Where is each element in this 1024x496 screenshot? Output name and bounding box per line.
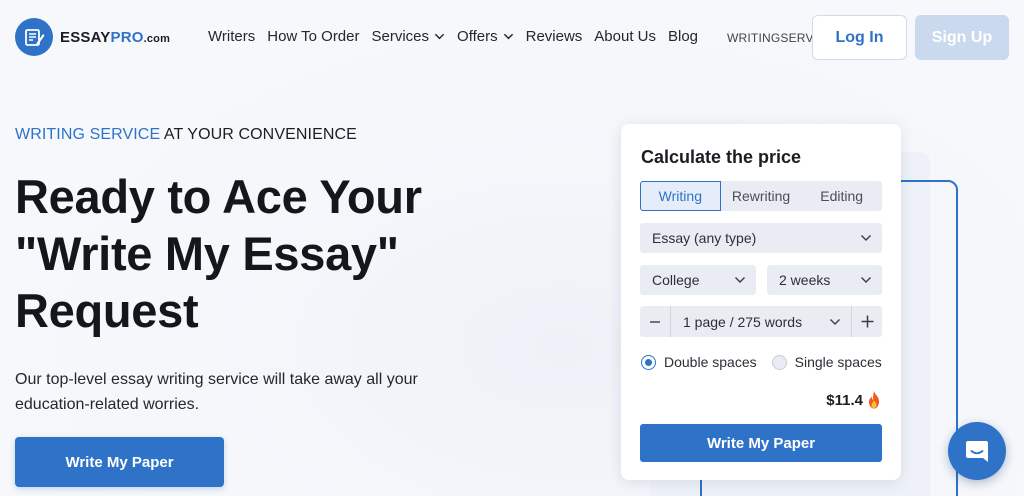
price-display: $11.4 xyxy=(826,390,882,410)
chevron-down-icon xyxy=(503,33,513,40)
price-value: $11.4 xyxy=(826,391,863,409)
nav-item-offers[interactable]: Offers xyxy=(457,28,514,45)
chat-bubble-icon xyxy=(966,441,988,462)
tab-editing[interactable]: Editing xyxy=(801,181,883,211)
hero-title: Ready to Ace Your "Write My Essay" Reque… xyxy=(15,170,422,337)
nav-item-how-to-order[interactable]: How To Order xyxy=(267,28,359,45)
logo-wordmark: ESSAYPRO.com xyxy=(60,28,171,46)
tab-writing[interactable]: Writing xyxy=(640,181,721,211)
radio-button[interactable] xyxy=(771,354,787,370)
main-nav: Writers How To Order Services Offers Rev… xyxy=(208,28,710,45)
write-my-paper-button[interactable]: Write My Paper xyxy=(15,437,224,487)
chat-launcher-button[interactable] xyxy=(948,422,1006,480)
deadline-select[interactable]: 2 weeks xyxy=(767,265,882,295)
signup-button[interactable]: Sign Up xyxy=(915,15,1009,60)
deadline-value: 2 weeks xyxy=(779,272,831,288)
price-calculator: Calculate the price Writing Rewriting Ed… xyxy=(621,124,901,480)
service-tabs: Writing Rewriting Editing xyxy=(640,181,883,211)
plus-icon xyxy=(861,315,873,328)
pages-select[interactable]: 1 page / 275 words xyxy=(671,314,851,330)
nav-item-services[interactable]: Services xyxy=(372,28,446,45)
hero-description: Our top-level essay writing service will… xyxy=(15,371,418,413)
nav-item-blog[interactable]: Blog xyxy=(668,28,698,45)
chevron-down-icon xyxy=(830,318,840,325)
hero-eyebrow: WRITING SERVICE AT YOUR CONVENIENCE xyxy=(15,126,357,143)
calculator-write-my-paper-button[interactable]: Write My Paper xyxy=(640,424,882,462)
essay-pen-icon xyxy=(15,18,53,56)
academic-level-select[interactable]: College xyxy=(640,265,756,295)
radio-double-spaces[interactable]: Double spaces xyxy=(641,354,757,370)
promo-code[interactable]: WRITINGSERV xyxy=(727,31,814,45)
chevron-down-icon xyxy=(735,277,745,283)
academic-level-value: College xyxy=(652,272,700,288)
spacing-options: Double spaces Single spaces xyxy=(641,354,897,370)
chevron-down-icon xyxy=(861,235,871,241)
paper-type-value: Essay (any type) xyxy=(652,230,757,246)
nav-item-reviews[interactable]: Reviews xyxy=(526,28,583,45)
nav-item-writers[interactable]: Writers xyxy=(208,28,255,45)
chevron-down-icon xyxy=(434,33,445,40)
pages-stepper: 1 page / 275 words xyxy=(640,306,882,337)
radio-button-checked[interactable] xyxy=(641,354,656,370)
decrease-pages-button[interactable] xyxy=(640,306,670,337)
calculator-title: Calculate the price xyxy=(641,147,802,167)
radio-single-spaces[interactable]: Single spaces xyxy=(771,354,882,370)
minus-icon xyxy=(650,320,660,323)
nav-item-about-us[interactable]: About Us xyxy=(594,28,656,45)
site-logo[interactable]: ESSAYPRO.com xyxy=(15,18,170,56)
pages-value: 1 page / 275 words xyxy=(683,313,803,330)
increase-pages-button[interactable] xyxy=(852,306,882,337)
paper-type-select[interactable]: Essay (any type) xyxy=(640,223,882,253)
radio-label: Single spaces xyxy=(794,354,882,370)
fire-icon xyxy=(869,391,879,409)
login-button[interactable]: Log In xyxy=(812,15,907,60)
chevron-down-icon xyxy=(861,277,871,283)
radio-label: Double spaces xyxy=(664,354,757,370)
tab-rewriting[interactable]: Rewriting xyxy=(720,181,802,211)
site-header: ESSAYPRO.com Writers How To Order Servic… xyxy=(0,0,1024,76)
